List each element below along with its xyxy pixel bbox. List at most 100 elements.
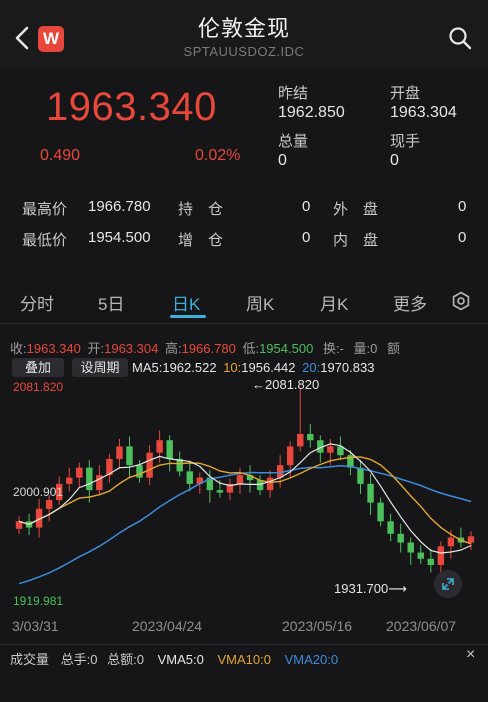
- candle-body: [266, 477, 274, 491]
- x-axis-label: 2023/06/07: [386, 618, 457, 634]
- candle-body: [66, 477, 73, 484]
- vma5-value: 0: [196, 652, 204, 667]
- instrument-code: SPTAUUSDOZ.IDC: [183, 44, 305, 59]
- ma5-value: 1962.522: [162, 360, 217, 375]
- candle-body: [417, 552, 424, 559]
- ohlc-readout: 收:1963.340 开:1963.304 高:1966.780 低:1954.…: [10, 338, 400, 357]
- prev-close-value: 1962.850: [278, 104, 345, 121]
- hold-label: 持 仓: [178, 201, 224, 218]
- candle-body: [407, 542, 414, 553]
- peak-annotation: ←2081.820: [252, 377, 320, 392]
- ma5-label: MA5:: [132, 360, 163, 375]
- axis-mid-label: 2000.901: [13, 485, 64, 499]
- low-value: 1954.500: [259, 341, 314, 356]
- total-hands-value: 0: [90, 652, 98, 667]
- ma10-value: 1956.442: [241, 360, 296, 375]
- add-label: 增 仓: [178, 232, 224, 249]
- period-tabs: 分时 5日 日K 周K 月K 更多: [0, 284, 488, 320]
- tab-weekly-k[interactable]: 周K: [246, 290, 274, 315]
- high-value: 1966.780: [88, 198, 151, 215]
- active-tab-indicator: [170, 315, 206, 318]
- open-value: 1963.304: [104, 341, 159, 356]
- axis-low-label: 1919.981: [13, 594, 64, 608]
- price-change: 0.490: [40, 147, 81, 164]
- open-label: 开:: [87, 341, 105, 356]
- last-price: 1963.340: [46, 85, 217, 129]
- vma20-value: 0: [330, 652, 339, 667]
- tab-more[interactable]: 更多: [393, 290, 427, 315]
- prev-close-label: 昨结: [278, 85, 309, 102]
- volume: 量:0: [353, 341, 378, 356]
- ma20-value: 1970.833: [320, 360, 375, 375]
- candle-body: [327, 446, 334, 453]
- tab-monthly-k[interactable]: 月K: [320, 290, 348, 315]
- low-label: 最低价: [22, 232, 68, 249]
- volume-title: 成交量: [10, 652, 50, 667]
- overlay-button[interactable]: 叠加: [12, 358, 64, 377]
- axis-high-label: 2081.820: [13, 380, 64, 394]
- candle-body: [447, 537, 455, 547]
- candle-body: [166, 440, 173, 459]
- candle-body: [377, 502, 384, 522]
- x-axis-label: 2023/04/24: [132, 618, 203, 634]
- candle-body: [307, 433, 314, 441]
- candle-body: [297, 433, 304, 447]
- turnover: 换:-: [322, 341, 344, 356]
- candle-body: [367, 483, 374, 503]
- total-hands-label: 总手:: [60, 652, 91, 667]
- candle-body: [437, 546, 445, 566]
- candle-body: [136, 465, 143, 478]
- candle-body: [186, 471, 193, 484]
- total-amount-value: 0: [136, 652, 144, 667]
- trough-annotation: 1931.700⟶: [334, 581, 407, 596]
- divider: [0, 323, 488, 324]
- candle-body: [76, 467, 83, 478]
- x-axis-label: 2023/05/16: [282, 618, 353, 634]
- total-volume-label: 总量: [278, 133, 309, 150]
- amount: 额: [386, 341, 400, 356]
- total-volume-value: 0: [278, 152, 287, 169]
- ma-readout: MA5:1962.522 10:1956.442 20:1970.833: [132, 360, 374, 375]
- candle-body: [467, 536, 475, 543]
- candlestick-chart[interactable]: [0, 376, 488, 612]
- search-icon[interactable]: [448, 26, 472, 50]
- high-value: 1966.780: [181, 341, 236, 356]
- low-value: 1954.500: [88, 229, 151, 246]
- tab-5day[interactable]: 5日: [98, 290, 124, 315]
- settings-gear-icon[interactable]: [451, 291, 471, 311]
- candles: [15, 388, 475, 575]
- current-volume-value: 0: [390, 152, 399, 169]
- close-icon[interactable]: ×: [466, 646, 475, 664]
- vma10-value: 0: [263, 652, 271, 667]
- volume-readout: 成交量 总手:0 总额:0 VMA5:0 VMA10:0 VMA20:0: [10, 649, 338, 668]
- price-change-percent: 0.02%: [195, 147, 241, 164]
- candle-body: [116, 446, 123, 459]
- candle-body: [427, 558, 435, 566]
- current-volume-label: 现手: [390, 133, 421, 150]
- fullscreen-expand-icon: [442, 578, 454, 590]
- low-label: 低:: [242, 341, 260, 356]
- candle-body: [236, 475, 244, 484]
- ma20-label: 20:: [302, 360, 321, 375]
- candle-body: [387, 521, 394, 534]
- close-label: 收:: [10, 341, 27, 356]
- ma10-label: 10:: [223, 360, 242, 375]
- tab-daily-k[interactable]: 日K: [172, 290, 200, 315]
- high-label: 最高价: [22, 201, 68, 218]
- add-value: 0: [302, 229, 311, 246]
- page-title: 伦敦金现: [197, 16, 290, 41]
- outer-value: 0: [458, 198, 467, 215]
- candle-body: [126, 446, 133, 466]
- candle-body: [156, 440, 163, 453]
- total-amount-label: 总额:: [107, 652, 137, 667]
- high-label: 高:: [164, 341, 182, 356]
- fullscreen-button[interactable]: [434, 570, 462, 598]
- divider: [0, 644, 488, 645]
- x-axis-label: 3/03/31: [12, 618, 59, 634]
- vma5-label: VMA5:: [157, 652, 197, 667]
- vma20-label: VMA20:: [284, 652, 331, 667]
- candle-body: [397, 533, 404, 543]
- open-label: 开盘: [390, 85, 421, 102]
- tab-intraday[interactable]: 分时: [20, 290, 54, 315]
- set-period-button[interactable]: 设周期: [72, 358, 128, 377]
